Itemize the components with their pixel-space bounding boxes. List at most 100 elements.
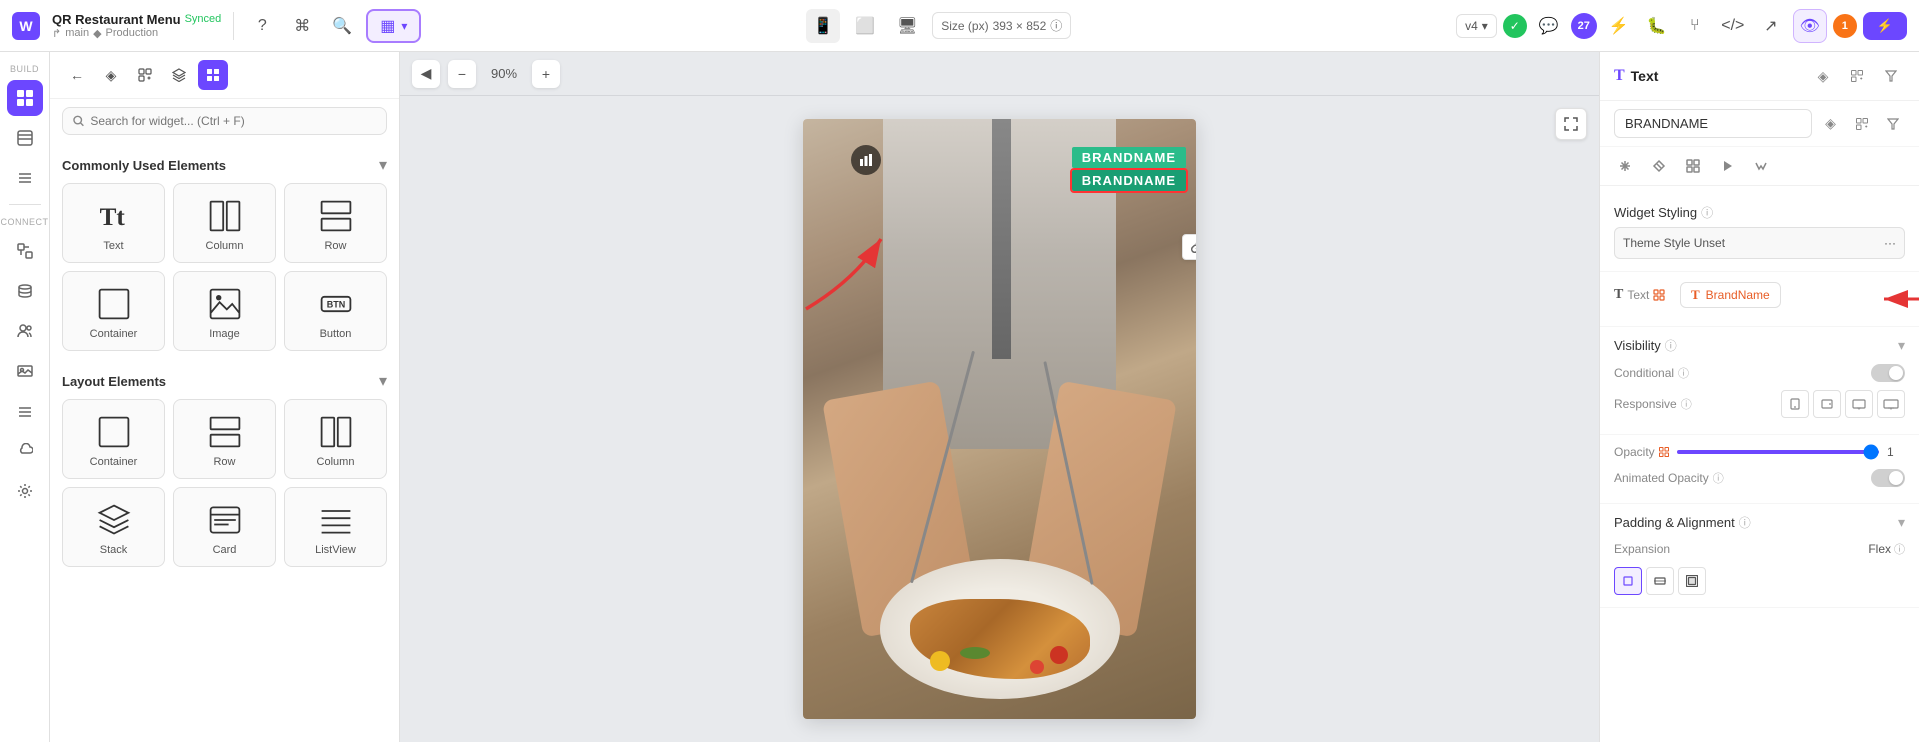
brandname-add-button[interactable] [1849, 110, 1874, 138]
widget-styling-label: Widget Styling [1614, 205, 1697, 220]
widget-search-input[interactable] [90, 114, 376, 128]
nav-item-cloud[interactable] [7, 433, 43, 469]
expansion-fill[interactable] [1678, 567, 1706, 595]
nav-item-users[interactable] [7, 313, 43, 349]
responsive-mobile[interactable] [1781, 390, 1809, 418]
share-button[interactable]: ↗ [1755, 10, 1787, 42]
navigation-icon [17, 403, 33, 419]
layout-container-label: Container [90, 456, 138, 468]
widget-button[interactable]: BTN Button [284, 271, 387, 351]
events-tab-icon [1754, 159, 1768, 173]
row-widget-label: Row [324, 240, 346, 252]
style-add-button[interactable] [1843, 62, 1871, 90]
version-select[interactable]: v4 ▾ [1456, 14, 1497, 38]
widget-listview[interactable]: ListView [284, 487, 387, 567]
listview-label: ListView [315, 544, 356, 556]
conditional-toggle[interactable] [1871, 364, 1905, 382]
lightning-button[interactable]: ⚡ [1603, 10, 1635, 42]
chat-button[interactable]: 💬 [1533, 10, 1565, 42]
theme-style-button[interactable]: Theme Style Unset ··· [1614, 227, 1905, 259]
zoom-level: 90% [484, 66, 524, 81]
nav-item-build[interactable] [7, 80, 43, 116]
nav-item-connect[interactable] [7, 233, 43, 269]
responsive-desktop[interactable] [1845, 390, 1873, 418]
tab-styling[interactable] [1610, 151, 1640, 181]
add-widget-button[interactable] [130, 60, 160, 90]
zoom-out-button[interactable]: − [448, 60, 476, 88]
brandname-input[interactable] [1614, 109, 1812, 138]
active-tool-button[interactable]: ▦ ▾ [366, 9, 421, 43]
nav-item-tree[interactable] [7, 160, 43, 196]
branch-button[interactable]: ⑂ [1679, 10, 1711, 42]
code-button[interactable]: </> [1717, 10, 1749, 42]
widget-layout-row[interactable]: Row [173, 399, 276, 479]
nav-item-database[interactable] [7, 273, 43, 309]
build-panel-button[interactable] [198, 60, 228, 90]
widget-container[interactable]: Container [62, 271, 165, 351]
collapse-commonly-used[interactable]: ▾ [379, 155, 387, 175]
brandname-filter-button[interactable] [1880, 110, 1905, 138]
collapse-panel-button[interactable]: ◀ [412, 60, 440, 88]
widget-layout-column[interactable]: Column [284, 399, 387, 479]
zoom-in-button[interactable]: + [532, 60, 560, 88]
media-icon [17, 363, 33, 379]
preview-button[interactable]: 👁 [1793, 9, 1827, 43]
collapse-layout-elements[interactable]: ▾ [379, 371, 387, 391]
column-widget-label: Column [206, 240, 244, 252]
brandname-text-chip[interactable]: T BrandName [1680, 282, 1781, 308]
help-button[interactable]: ? [246, 10, 278, 42]
publish-button[interactable]: ⚡ [1863, 12, 1907, 40]
search-button[interactable]: 🔍 [326, 10, 358, 42]
widget-column[interactable]: Column [173, 183, 276, 263]
widget-row[interactable]: Row [284, 183, 387, 263]
tablet-device-button[interactable]: ⬜ [848, 9, 882, 43]
tab-data[interactable] [1644, 151, 1674, 181]
canvas-link-handle[interactable] [1182, 234, 1196, 260]
nav-item-media[interactable] [7, 353, 43, 389]
brandname-gem-button[interactable]: ◈ [1818, 110, 1843, 138]
nav-item-navigation[interactable] [7, 393, 43, 429]
widget-stack[interactable]: Stack [62, 487, 165, 567]
fit-view-button[interactable] [1555, 108, 1587, 140]
keyboard-button[interactable]: ⌘ [286, 10, 318, 42]
actions-tab-icon [1720, 159, 1734, 173]
expansion-shrink[interactable] [1614, 567, 1642, 595]
nav-item-settings[interactable] [7, 473, 43, 509]
nav-item-layers[interactable] [7, 120, 43, 156]
tab-layout[interactable] [1678, 151, 1708, 181]
widget-image[interactable]: Image [173, 271, 276, 351]
text-property-section: T Text T BrandName [1600, 276, 1919, 327]
responsive-widescreen[interactable] [1877, 390, 1905, 418]
responsive-label: Responsive [1614, 397, 1677, 411]
debug-button[interactable]: 🐛 [1641, 10, 1673, 42]
opacity-slider[interactable] [1677, 450, 1879, 454]
right-panel-header: T Text ◈ [1600, 52, 1919, 101]
back-button[interactable]: ← [62, 60, 92, 90]
canvas-viewport[interactable]: BRANDNAME BRANDNAME [400, 96, 1599, 742]
topbar: W QR Restaurant Menu Synced ↱ main ◆ Pro… [0, 0, 1919, 52]
text-binding-icon [1653, 289, 1665, 301]
padding-header[interactable]: Padding & Alignment ⓘ ▾ [1614, 508, 1905, 537]
widget-layout-container[interactable]: Container [62, 399, 165, 479]
canvas-frame[interactable]: BRANDNAME BRANDNAME [803, 119, 1196, 719]
desktop-device-button[interactable]: 🖥 [890, 9, 924, 43]
tab-actions[interactable] [1712, 151, 1742, 181]
style-filter-button[interactable] [1877, 62, 1905, 90]
brandname-tag-2[interactable]: BRANDNAME [1072, 170, 1186, 191]
widget-search-bar[interactable] [62, 107, 387, 135]
style-gem-button[interactable]: ◈ [1809, 62, 1837, 90]
expansion-fit[interactable] [1646, 567, 1674, 595]
tab-events[interactable] [1746, 151, 1776, 181]
main-layout: Build Connect [0, 52, 1919, 742]
animated-opacity-toggle[interactable] [1871, 469, 1905, 487]
brandname-tag-1[interactable]: BRANDNAME [1072, 147, 1186, 168]
notifications-badge[interactable]: 27 [1571, 13, 1597, 39]
responsive-tablet[interactable] [1813, 390, 1841, 418]
widget-styling-header[interactable]: Widget Styling ⓘ [1614, 198, 1905, 227]
mobile-device-button[interactable]: 📱 [806, 9, 840, 43]
widget-text[interactable]: Tt Text [62, 183, 165, 263]
gem-button[interactable]: ◈ [96, 60, 126, 90]
layers-panel-button[interactable] [164, 60, 194, 90]
widget-card[interactable]: Card [173, 487, 276, 567]
visibility-header[interactable]: Visibility ⓘ ▾ [1614, 331, 1905, 360]
